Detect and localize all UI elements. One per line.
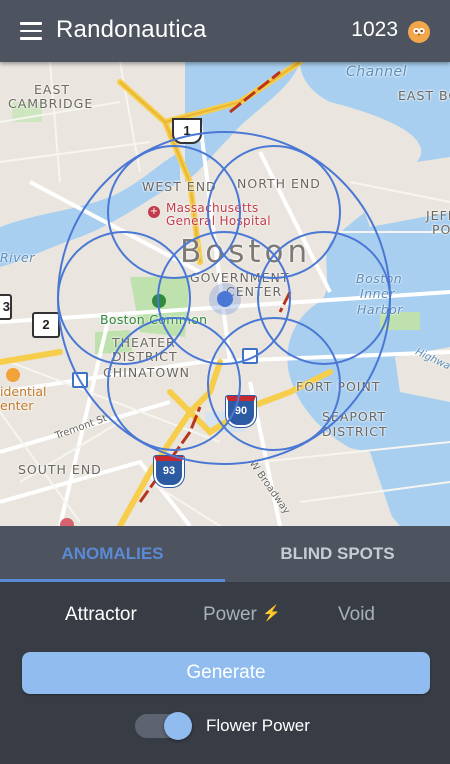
petal-circle-se [207, 317, 341, 451]
mode-void[interactable]: Void [338, 604, 375, 626]
map-view[interactable]: EAST CAMBRIDGE Channel EAST BO WEST END … [0, 62, 450, 526]
flower-power-toggle-thumb[interactable] [164, 712, 192, 740]
mode-power[interactable]: Power ⚡ [203, 604, 281, 626]
petal-circle-sw [107, 317, 241, 451]
mode-selector: Attractor Power ⚡ Void [0, 604, 450, 634]
petal-circle-ne [207, 145, 341, 279]
lightning-bolt-icon: ⚡ [262, 605, 281, 622]
app-bar: Randonautica 1023 [0, 0, 450, 62]
petal-circle-nw [107, 145, 241, 279]
app-title: Randonautica [56, 16, 207, 43]
points-counter: 1023 [351, 18, 398, 41]
mode-power-label: Power [203, 604, 257, 625]
petal-circle-e [257, 231, 391, 365]
flower-of-life-overlay [57, 131, 391, 465]
owl-coin-icon[interactable] [408, 21, 430, 43]
generate-button[interactable]: Generate [22, 652, 430, 694]
hamburger-menu-icon[interactable] [20, 22, 42, 40]
tab-blind-spots[interactable]: BLIND SPOTS [225, 526, 450, 582]
petal-circle-w [57, 231, 191, 365]
mode-attractor[interactable]: Attractor [65, 604, 137, 626]
tab-bar: ANOMALIES BLIND SPOTS [0, 526, 450, 582]
current-location-dot [217, 291, 233, 307]
tab-anomalies[interactable]: ANOMALIES [0, 526, 225, 582]
flower-power-label: Flower Power [206, 716, 310, 735]
